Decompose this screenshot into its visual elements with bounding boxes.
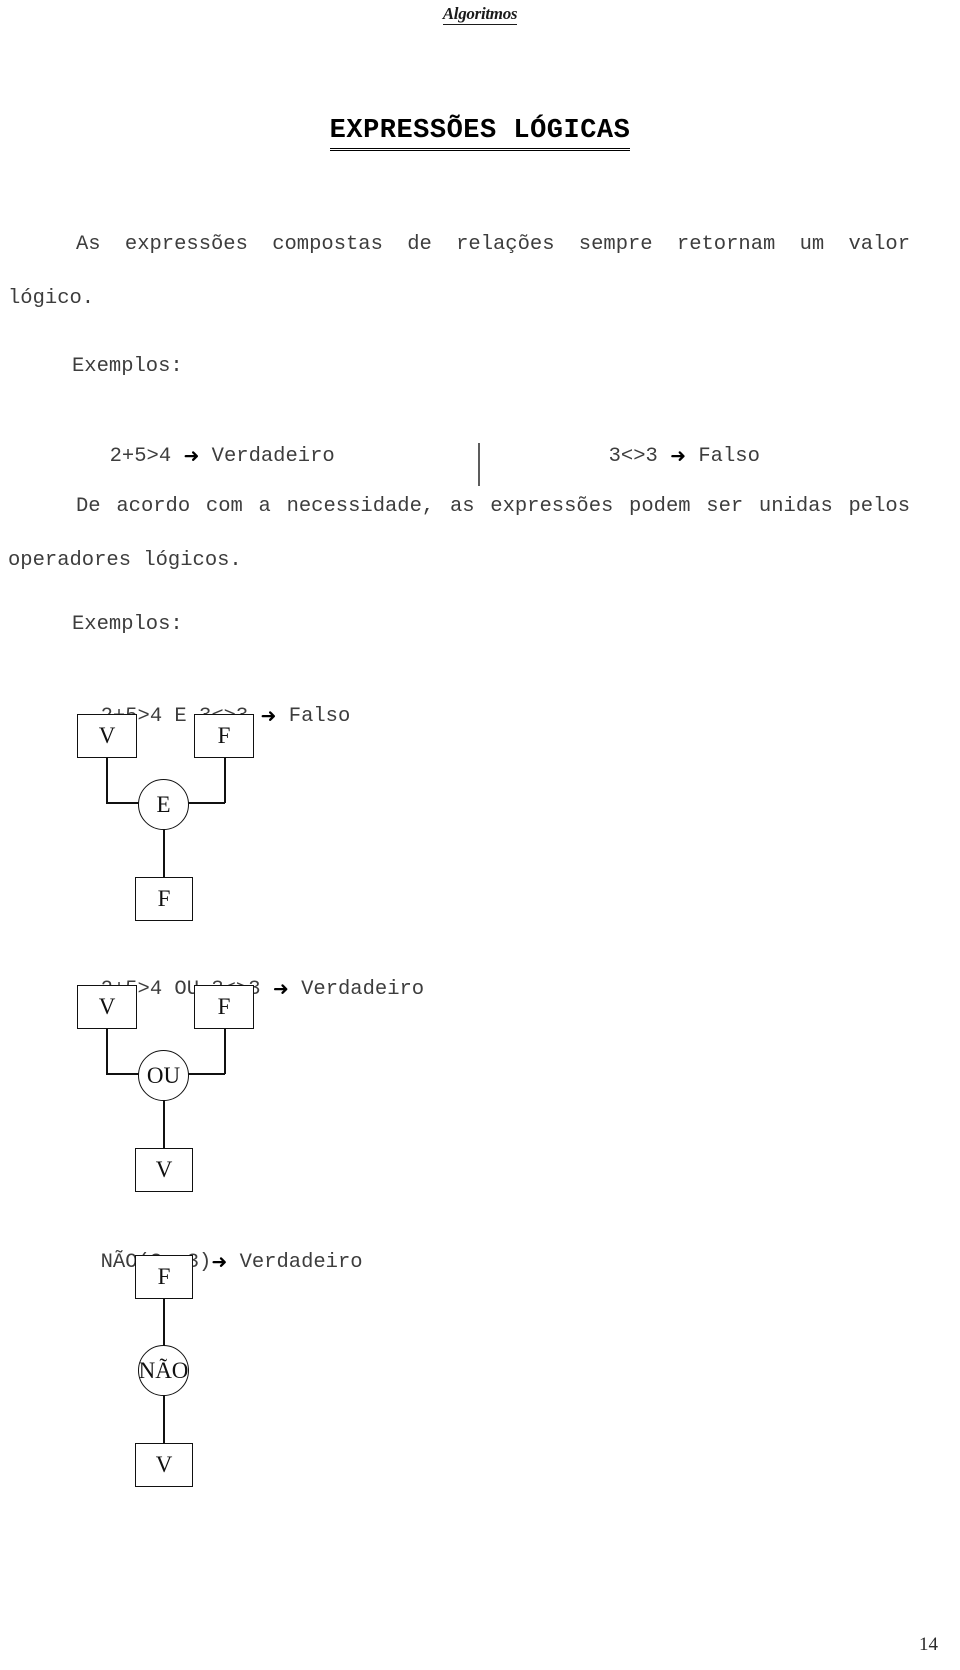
page-title: EXPRESSÕES LÓGICAS — [0, 116, 960, 152]
diagram-3-output: V — [135, 1443, 193, 1487]
diagram-1-input-right-label: F — [217, 723, 231, 748]
diagram-1-input-left: V — [77, 714, 137, 758]
arrow-icon: ➜ — [260, 705, 277, 727]
inline-example-1: 2+5>4 ➜ Verdadeiro — [85, 422, 335, 468]
diagram-1-wire-right-down — [224, 757, 226, 803]
diagram-1-wire-right-in — [187, 802, 225, 804]
diagram-2-input-right-label: F — [217, 994, 231, 1019]
diagram-1-result: Falso — [288, 705, 351, 728]
arrow-icon: ➜ — [183, 445, 200, 467]
diagram-1-output-label: F — [157, 886, 171, 911]
arrow-icon: ➜ — [272, 978, 289, 1000]
diagram-1-operator-label: E — [156, 791, 171, 817]
diagram-3-wire-input — [163, 1298, 165, 1350]
examples-label-1: Exemplos: — [72, 355, 183, 378]
inline-example-2: 3<>3 ➜ Falso — [584, 422, 760, 468]
diagram-2-operator-label: OU — [146, 1062, 181, 1088]
diagram-2-wire-output — [163, 1100, 165, 1153]
diagram-2-operator: OU — [138, 1050, 189, 1101]
paragraph-operators-text: De acordo com a necessidade, as expressõ… — [8, 495, 910, 572]
diagram-1-wire-left-down — [106, 757, 108, 803]
diagram-3-operator: NÃO — [138, 1345, 189, 1396]
diagram-2-result: Verdadeiro — [301, 978, 425, 1001]
arrow-icon: ➜ — [211, 1251, 228, 1273]
diagram-3-result: Verdadeiro — [239, 1251, 363, 1274]
paragraph-operators: De acordo com a necessidade, as expressõ… — [8, 480, 910, 588]
diagram-2-wire-left-down — [106, 1028, 108, 1074]
diagram-1-operator: E — [138, 779, 189, 830]
diagram-2-wire-right-down — [224, 1028, 226, 1074]
diagram-1-input-right: F — [194, 714, 254, 758]
diagram-1-input-left-label: V — [98, 723, 116, 748]
diagram-2-input-left: V — [77, 985, 137, 1029]
diagram-2-output: V — [135, 1148, 193, 1192]
running-head: Algoritmos — [0, 4, 960, 25]
diagram-1-wire-output — [163, 829, 165, 882]
diagram-2-output-label: V — [155, 1157, 173, 1182]
diagram-3-input-label: F — [157, 1264, 171, 1289]
arrow-icon: ➜ — [670, 445, 687, 467]
diagram-2-input-left-label: V — [98, 994, 116, 1019]
diagram-3-wire-output — [163, 1395, 165, 1447]
diagram-3-operator-label: NÃO — [138, 1357, 189, 1383]
running-head-text: Algoritmos — [442, 4, 518, 25]
diagram-3-input: F — [135, 1255, 193, 1299]
diagram-3-caption: NÃO(3<>3)➜ Verdadeiro — [76, 1228, 363, 1274]
page-number: 14 — [919, 1634, 938, 1655]
inline-example-1-expression: 2+5>4 — [109, 445, 172, 468]
inline-example-2-expression: 3<>3 — [608, 445, 658, 468]
diagram-2-wire-right-in — [187, 1073, 225, 1075]
diagram-2-input-right: F — [194, 985, 254, 1029]
inline-example-1-result: Verdadeiro — [211, 445, 335, 468]
page-title-text: EXPRESSÕES LÓGICAS — [329, 116, 631, 152]
examples-label-2: Exemplos: — [72, 613, 183, 636]
paragraph-intro: As expressões compostas de relações semp… — [8, 218, 910, 326]
paragraph-intro-text: As expressões compostas de relações semp… — [8, 233, 910, 310]
inline-example-2-result: Falso — [698, 445, 760, 468]
diagram-1-output: F — [135, 877, 193, 921]
diagram-3-output-label: V — [155, 1452, 173, 1477]
